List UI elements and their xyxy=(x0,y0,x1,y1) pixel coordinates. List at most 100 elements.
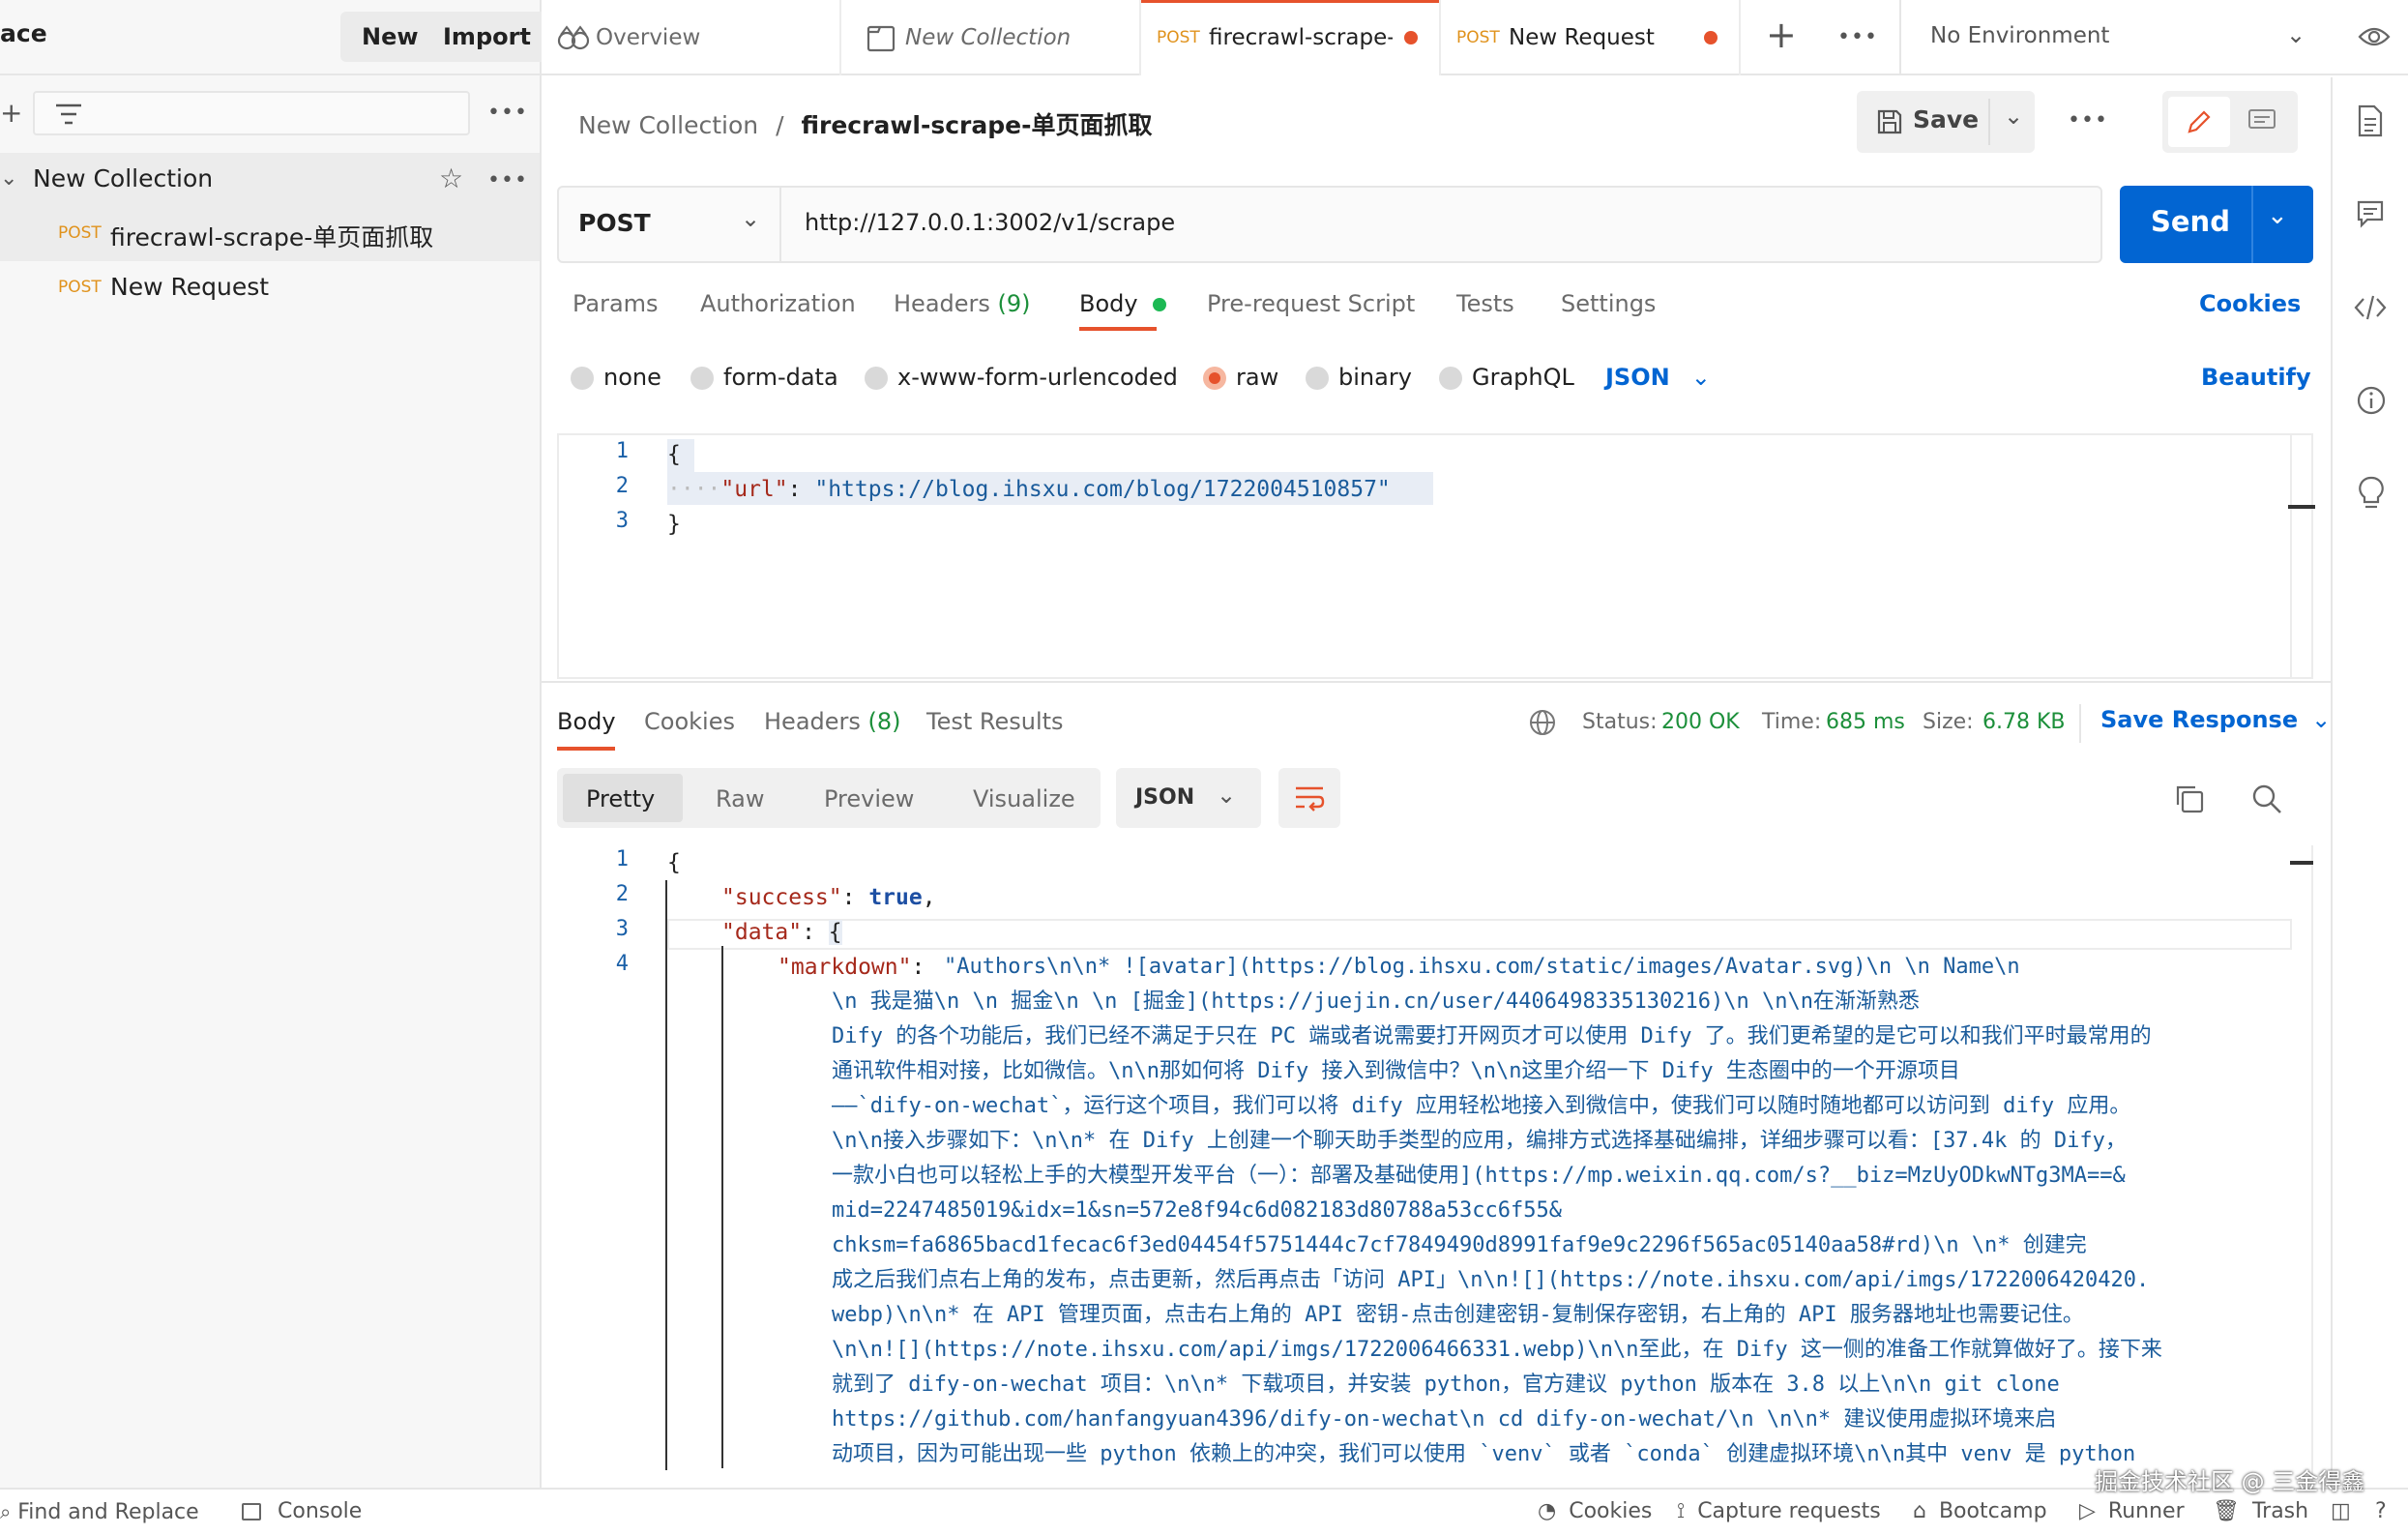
request-more-icon[interactable]: ••• xyxy=(2068,108,2108,133)
radio-binary[interactable]: binary xyxy=(1306,364,1412,391)
eye-icon[interactable] xyxy=(2358,23,2391,50)
save-response-label: Save Response xyxy=(2100,706,2299,733)
globe-icon[interactable] xyxy=(1528,708,1557,737)
import-button[interactable]: Import xyxy=(422,12,552,62)
response-tab-test-results[interactable]: Test Results xyxy=(926,708,1064,735)
tab-new-request[interactable]: POST New Request xyxy=(1441,0,1741,75)
collection-more-icon[interactable]: ••• xyxy=(487,168,528,192)
more-options-icon[interactable]: ••• xyxy=(487,101,528,125)
radio-none[interactable]: none xyxy=(571,364,661,391)
tabs-more-icon[interactable]: ••• xyxy=(1837,25,1878,49)
wrap-lines-button[interactable] xyxy=(1278,768,1340,828)
send-button[interactable]: Send xyxy=(2151,205,2230,238)
radio-form-data[interactable]: form-data xyxy=(690,364,838,391)
status-value[interactable]: 200 OK xyxy=(1661,710,1740,734)
editor-scrollbar-thumb[interactable] xyxy=(2288,505,2315,509)
radio-button xyxy=(571,367,594,390)
runner-icon: ▷ xyxy=(2079,1499,2096,1523)
tab-pre-request-script[interactable]: Pre-request Script xyxy=(1207,290,1415,317)
tab-label: New Collection xyxy=(905,25,1072,50)
overview-icon xyxy=(557,25,590,50)
line-number: 3 xyxy=(615,509,629,533)
tab-new-collection[interactable]: New Collection xyxy=(841,0,1141,75)
view-preview[interactable]: Preview xyxy=(824,785,914,812)
sidebar-request-item[interactable]: POST firecrawl-scrape-单页面抓取 xyxy=(0,207,540,261)
view-raw[interactable]: Raw xyxy=(716,785,764,812)
cookies-button[interactable]: ◔ Cookies xyxy=(1538,1490,1652,1534)
lightbulb-icon[interactable] xyxy=(2356,476,2387,511)
new-tab-plus-icon[interactable]: + xyxy=(1766,14,1797,56)
markdown-line: 就到了 dify-on-wechat 项目：\n\n* 下载项目，并安装 pyt… xyxy=(832,1373,2060,1397)
tab-bar: Overview New Collection POST firecrawl-s… xyxy=(542,0,2408,75)
time-value[interactable]: 685 ms xyxy=(1826,710,1905,734)
help-icon[interactable]: ? xyxy=(2375,1490,2387,1534)
search-icon[interactable] xyxy=(2251,783,2282,814)
comments-icon[interactable] xyxy=(2356,199,2385,228)
request-name: New Request xyxy=(110,273,270,301)
edit-mode-button[interactable] xyxy=(2168,97,2230,147)
send-options-chevron-icon[interactable]: ⌄ xyxy=(2267,201,2288,230)
tab-headers[interactable]: Headers (9) xyxy=(894,290,1031,317)
response-tab-headers[interactable]: Headers (8) xyxy=(764,708,901,735)
markdown-line: webp)\n\n* 在 API 管理页面，点击右上角的 API 密钥-点击创建… xyxy=(832,1303,2084,1327)
sidebar-request-item[interactable]: POST New Request xyxy=(0,261,540,315)
radio-urlencoded[interactable]: x-www-form-urlencoded xyxy=(865,364,1178,391)
tab-body[interactable]: Body xyxy=(1079,290,1167,317)
request-body-editor[interactable] xyxy=(557,433,2315,679)
view-pretty[interactable]: Pretty xyxy=(586,785,655,812)
view-visualize[interactable]: Visualize xyxy=(973,785,1075,812)
documentation-icon[interactable] xyxy=(2356,104,2385,137)
tab-label: Overview xyxy=(596,25,701,50)
tab-params[interactable]: Params xyxy=(573,290,659,317)
breadcrumb-parent[interactable]: New Collection xyxy=(578,111,758,139)
info-icon[interactable] xyxy=(2356,385,2387,416)
unsaved-dot xyxy=(1404,31,1418,44)
tab-authorization[interactable]: Authorization xyxy=(700,290,856,317)
response-tab-body[interactable]: Body xyxy=(557,708,616,735)
cookies-link[interactable]: Cookies xyxy=(2199,290,2301,317)
save-response-button[interactable]: Save Response ⌄ xyxy=(2100,706,2331,733)
markdown-line: \n\n接入步骤如下：\n\n* 在 Dify 上创建一个聊天助手类型的应用，编… xyxy=(832,1129,2127,1153)
view-toggle xyxy=(2162,91,2298,153)
tab-label: firecrawl-scrape-单 xyxy=(1209,25,1393,50)
tab-settings[interactable]: Settings xyxy=(1561,290,1656,317)
indent-guide xyxy=(721,946,723,1468)
save-options-chevron-icon[interactable]: ⌄ xyxy=(2004,103,2023,130)
console-button[interactable]: Console xyxy=(242,1490,362,1534)
trash-label: Trash xyxy=(2251,1499,2309,1523)
markdown-line: 一款小白也可以轻松上手的大模型开发平台（一）：部署及基础使用](https://… xyxy=(832,1164,2126,1188)
star-icon[interactable]: ☆ xyxy=(439,162,463,194)
radio-graphql[interactable]: GraphQL xyxy=(1439,364,1574,391)
raw-format-select[interactable]: JSON ⌄ xyxy=(1605,364,1711,391)
beautify-button[interactable]: Beautify xyxy=(2201,364,2311,391)
line-number: 4 xyxy=(615,952,629,976)
collection-row[interactable]: ⌄ New Collection ☆ ••• xyxy=(0,153,540,207)
copy-icon[interactable] xyxy=(2174,783,2205,814)
json-key: "url" xyxy=(720,477,788,502)
size-value[interactable]: 6.78 KB xyxy=(1982,710,2066,734)
save-button[interactable]: Save xyxy=(1857,91,1988,153)
tab-tests[interactable]: Tests xyxy=(1456,290,1514,317)
filter-search-input[interactable] xyxy=(33,91,470,135)
trash-icon: 🗑 xyxy=(2213,1499,2240,1523)
method-badge: POST xyxy=(58,223,102,243)
environment-select[interactable]: No Environment ⌄ xyxy=(1899,0,2315,75)
code-icon[interactable] xyxy=(2354,294,2387,321)
tab-overview[interactable]: Overview xyxy=(542,0,841,75)
find-replace-button[interactable]: ⌕ Find and Replace xyxy=(0,1490,199,1535)
tab-firecrawl-scrape[interactable]: POST firecrawl-scrape-单 xyxy=(1141,0,1441,75)
method-select[interactable]: POST ⌄ xyxy=(559,188,781,261)
code-brace: } xyxy=(667,512,681,537)
console-label: Console xyxy=(278,1499,363,1523)
chevron-down-icon[interactable]: ⌄ xyxy=(0,166,17,191)
capture-requests-button[interactable]: ⟟ Capture requests xyxy=(1677,1490,1881,1534)
url-input[interactable]: http://127.0.0.1:3002/v1/scrape xyxy=(805,209,1175,236)
bootcamp-button[interactable]: ⌂ Bootcamp xyxy=(1913,1490,2047,1534)
viewer-scrollbar-thumb[interactable] xyxy=(2290,861,2313,865)
radio-raw[interactable]: raw xyxy=(1203,364,1278,391)
response-format-select[interactable]: JSON ⌄ xyxy=(1116,768,1261,828)
markdown-line: Dify 的各个功能后，我们已经不满足于只在 PC 端或者说需要打开网页才可以使… xyxy=(832,1024,2152,1048)
comment-icon[interactable] xyxy=(2247,108,2276,135)
response-tab-cookies[interactable]: Cookies xyxy=(644,708,735,735)
add-icon[interactable]: + xyxy=(0,97,22,129)
